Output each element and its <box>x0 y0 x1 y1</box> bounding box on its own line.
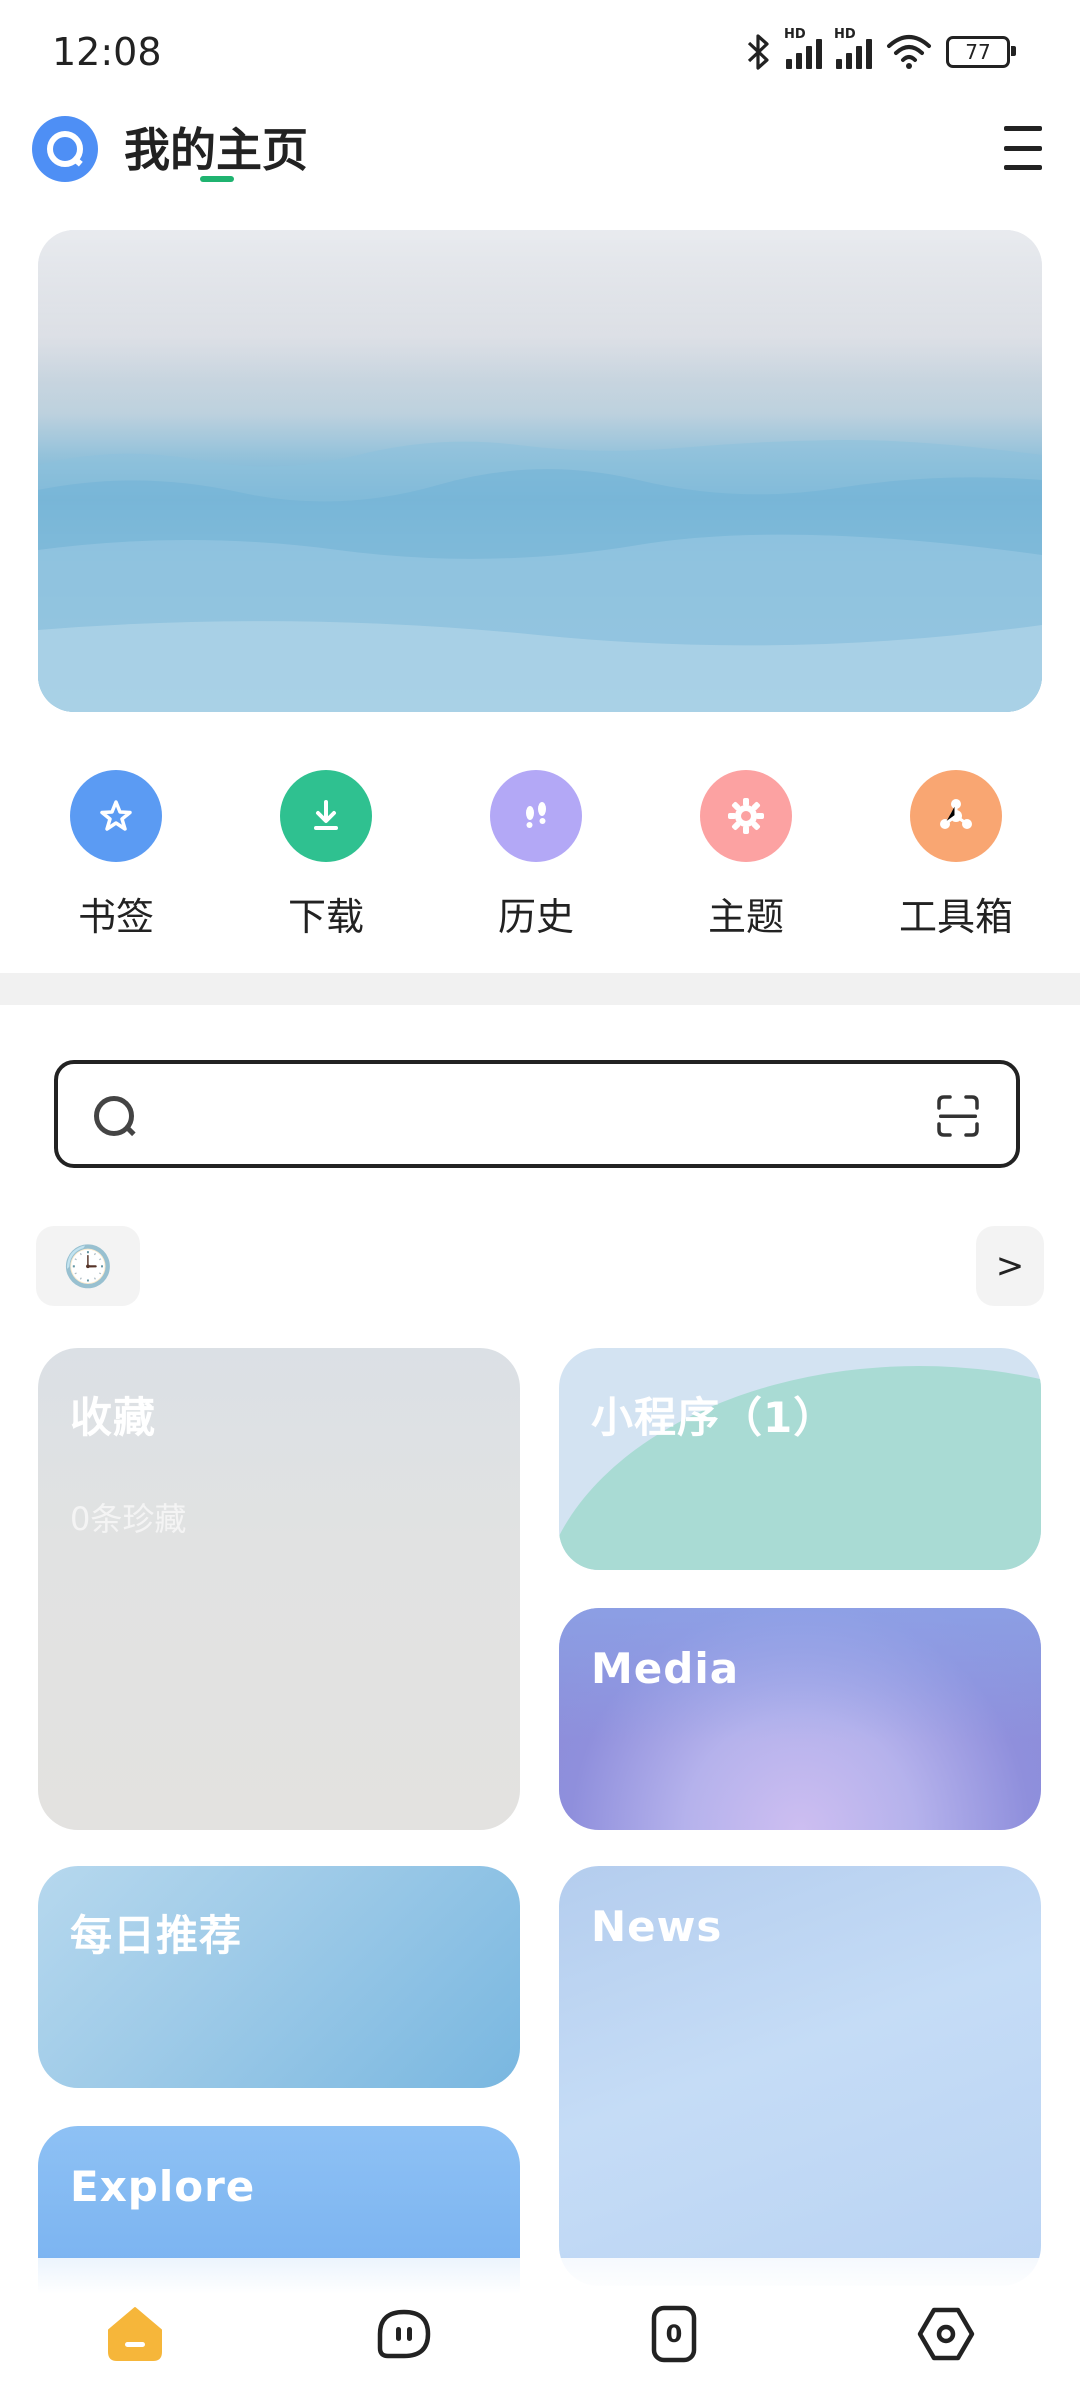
chevron-right-icon: > <box>995 1246 1025 1286</box>
card-title: Explore <box>70 2162 256 2211</box>
nav-settings[interactable] <box>906 2294 986 2374</box>
star-icon <box>70 770 162 862</box>
quick-action-toolbox[interactable]: 工具箱 <box>866 770 1046 941</box>
signal-icon: HD <box>834 27 872 69</box>
mini-programs-card[interactable]: 小程序（1） <box>559 1348 1041 1570</box>
quick-action-history[interactable]: 历史 <box>446 770 626 941</box>
page-title: 我的主页 <box>124 123 308 177</box>
status-time: 12:08 <box>52 30 162 74</box>
home-icon <box>108 2307 162 2361</box>
gear-icon <box>700 770 792 862</box>
nav-chat[interactable] <box>364 2294 444 2374</box>
menu-icon[interactable] <box>1004 126 1042 170</box>
mountain-mist-illustration <box>38 230 1042 712</box>
banner-image[interactable] <box>38 230 1042 712</box>
browser-logo-icon[interactable] <box>32 116 98 182</box>
card-title: 每日推荐 <box>70 1911 243 1960</box>
quick-action-downloads[interactable]: 下载 <box>236 770 416 941</box>
daily-recommend-card[interactable]: 每日推荐 <box>38 1866 520 2088</box>
nav-home[interactable] <box>95 2294 175 2374</box>
toolbox-icon <box>910 770 1002 862</box>
signal-icon: HD <box>784 27 822 69</box>
battery-icon: 77 <box>946 36 1016 68</box>
quick-action-label: 书签 <box>77 895 154 939</box>
footprints-icon <box>490 770 582 862</box>
bottom-nav: 0 <box>0 2258 1080 2400</box>
nav-tabs[interactable]: 0 <box>634 2294 714 2374</box>
quick-action-theme[interactable]: 主题 <box>656 770 836 941</box>
favorites-card[interactable]: 收藏 0条珍藏 <box>38 1348 520 1830</box>
title-underline <box>200 176 234 182</box>
chat-icon <box>377 2309 431 2359</box>
quick-action-label: 主题 <box>707 895 784 939</box>
settings-icon <box>917 2307 975 2361</box>
search-box[interactable] <box>54 1060 1020 1168</box>
card-title: Media <box>591 1644 740 1693</box>
wifi-icon <box>887 35 931 69</box>
quick-action-label: 历史 <box>497 895 574 939</box>
search-history-button[interactable]: 🕒 <box>36 1226 140 1306</box>
card-subtitle: 0条珍藏 <box>70 1500 187 1538</box>
scan-icon[interactable] <box>936 1094 980 1138</box>
card-title: News <box>591 1902 723 1951</box>
quick-actions: 书签 下载 历史 主题 工具箱 <box>0 770 1080 950</box>
battery-level: 77 <box>965 40 991 64</box>
media-card[interactable]: Media <box>559 1608 1041 1830</box>
clock-icon: 🕒 <box>63 1243 113 1290</box>
quick-action-bookmarks[interactable]: 书签 <box>26 770 206 941</box>
section-divider <box>0 973 1080 1005</box>
news-card[interactable]: News <box>559 1866 1041 2286</box>
download-icon <box>280 770 372 862</box>
tabs-count: 0 <box>665 2320 683 2348</box>
bluetooth-icon <box>747 34 769 70</box>
status-bar: 12:08 HD HD 77 <box>0 0 1080 110</box>
card-title: 小程序（1） <box>591 1393 837 1442</box>
status-icons: HD HD 77 <box>746 27 1016 74</box>
search-icon <box>94 1096 134 1136</box>
search-input[interactable] <box>168 1082 872 1150</box>
quick-action-label: 工具箱 <box>898 895 1013 939</box>
header: 我的主页 <box>0 110 1080 210</box>
more-button[interactable]: > <box>976 1226 1044 1306</box>
card-title: 收藏 <box>70 1393 157 1442</box>
quick-action-label: 下载 <box>287 895 364 939</box>
